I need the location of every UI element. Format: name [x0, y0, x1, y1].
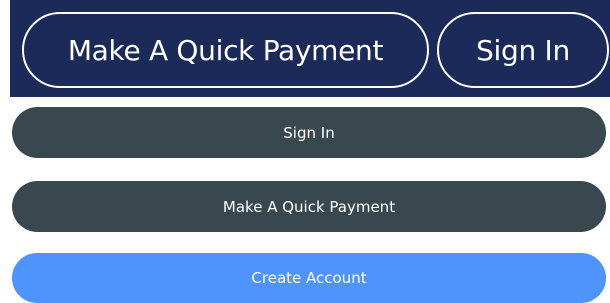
create-account-button[interactable]: Create Account [12, 253, 606, 303]
header-bar: Make A Quick Payment Sign In [10, 0, 610, 97]
sign-in-button[interactable]: Sign In [12, 107, 606, 158]
quick-payment-header-button[interactable]: Make A Quick Payment [22, 12, 429, 88]
quick-payment-button[interactable]: Make A Quick Payment [12, 181, 606, 232]
sign-in-header-button[interactable]: Sign In [437, 12, 609, 88]
